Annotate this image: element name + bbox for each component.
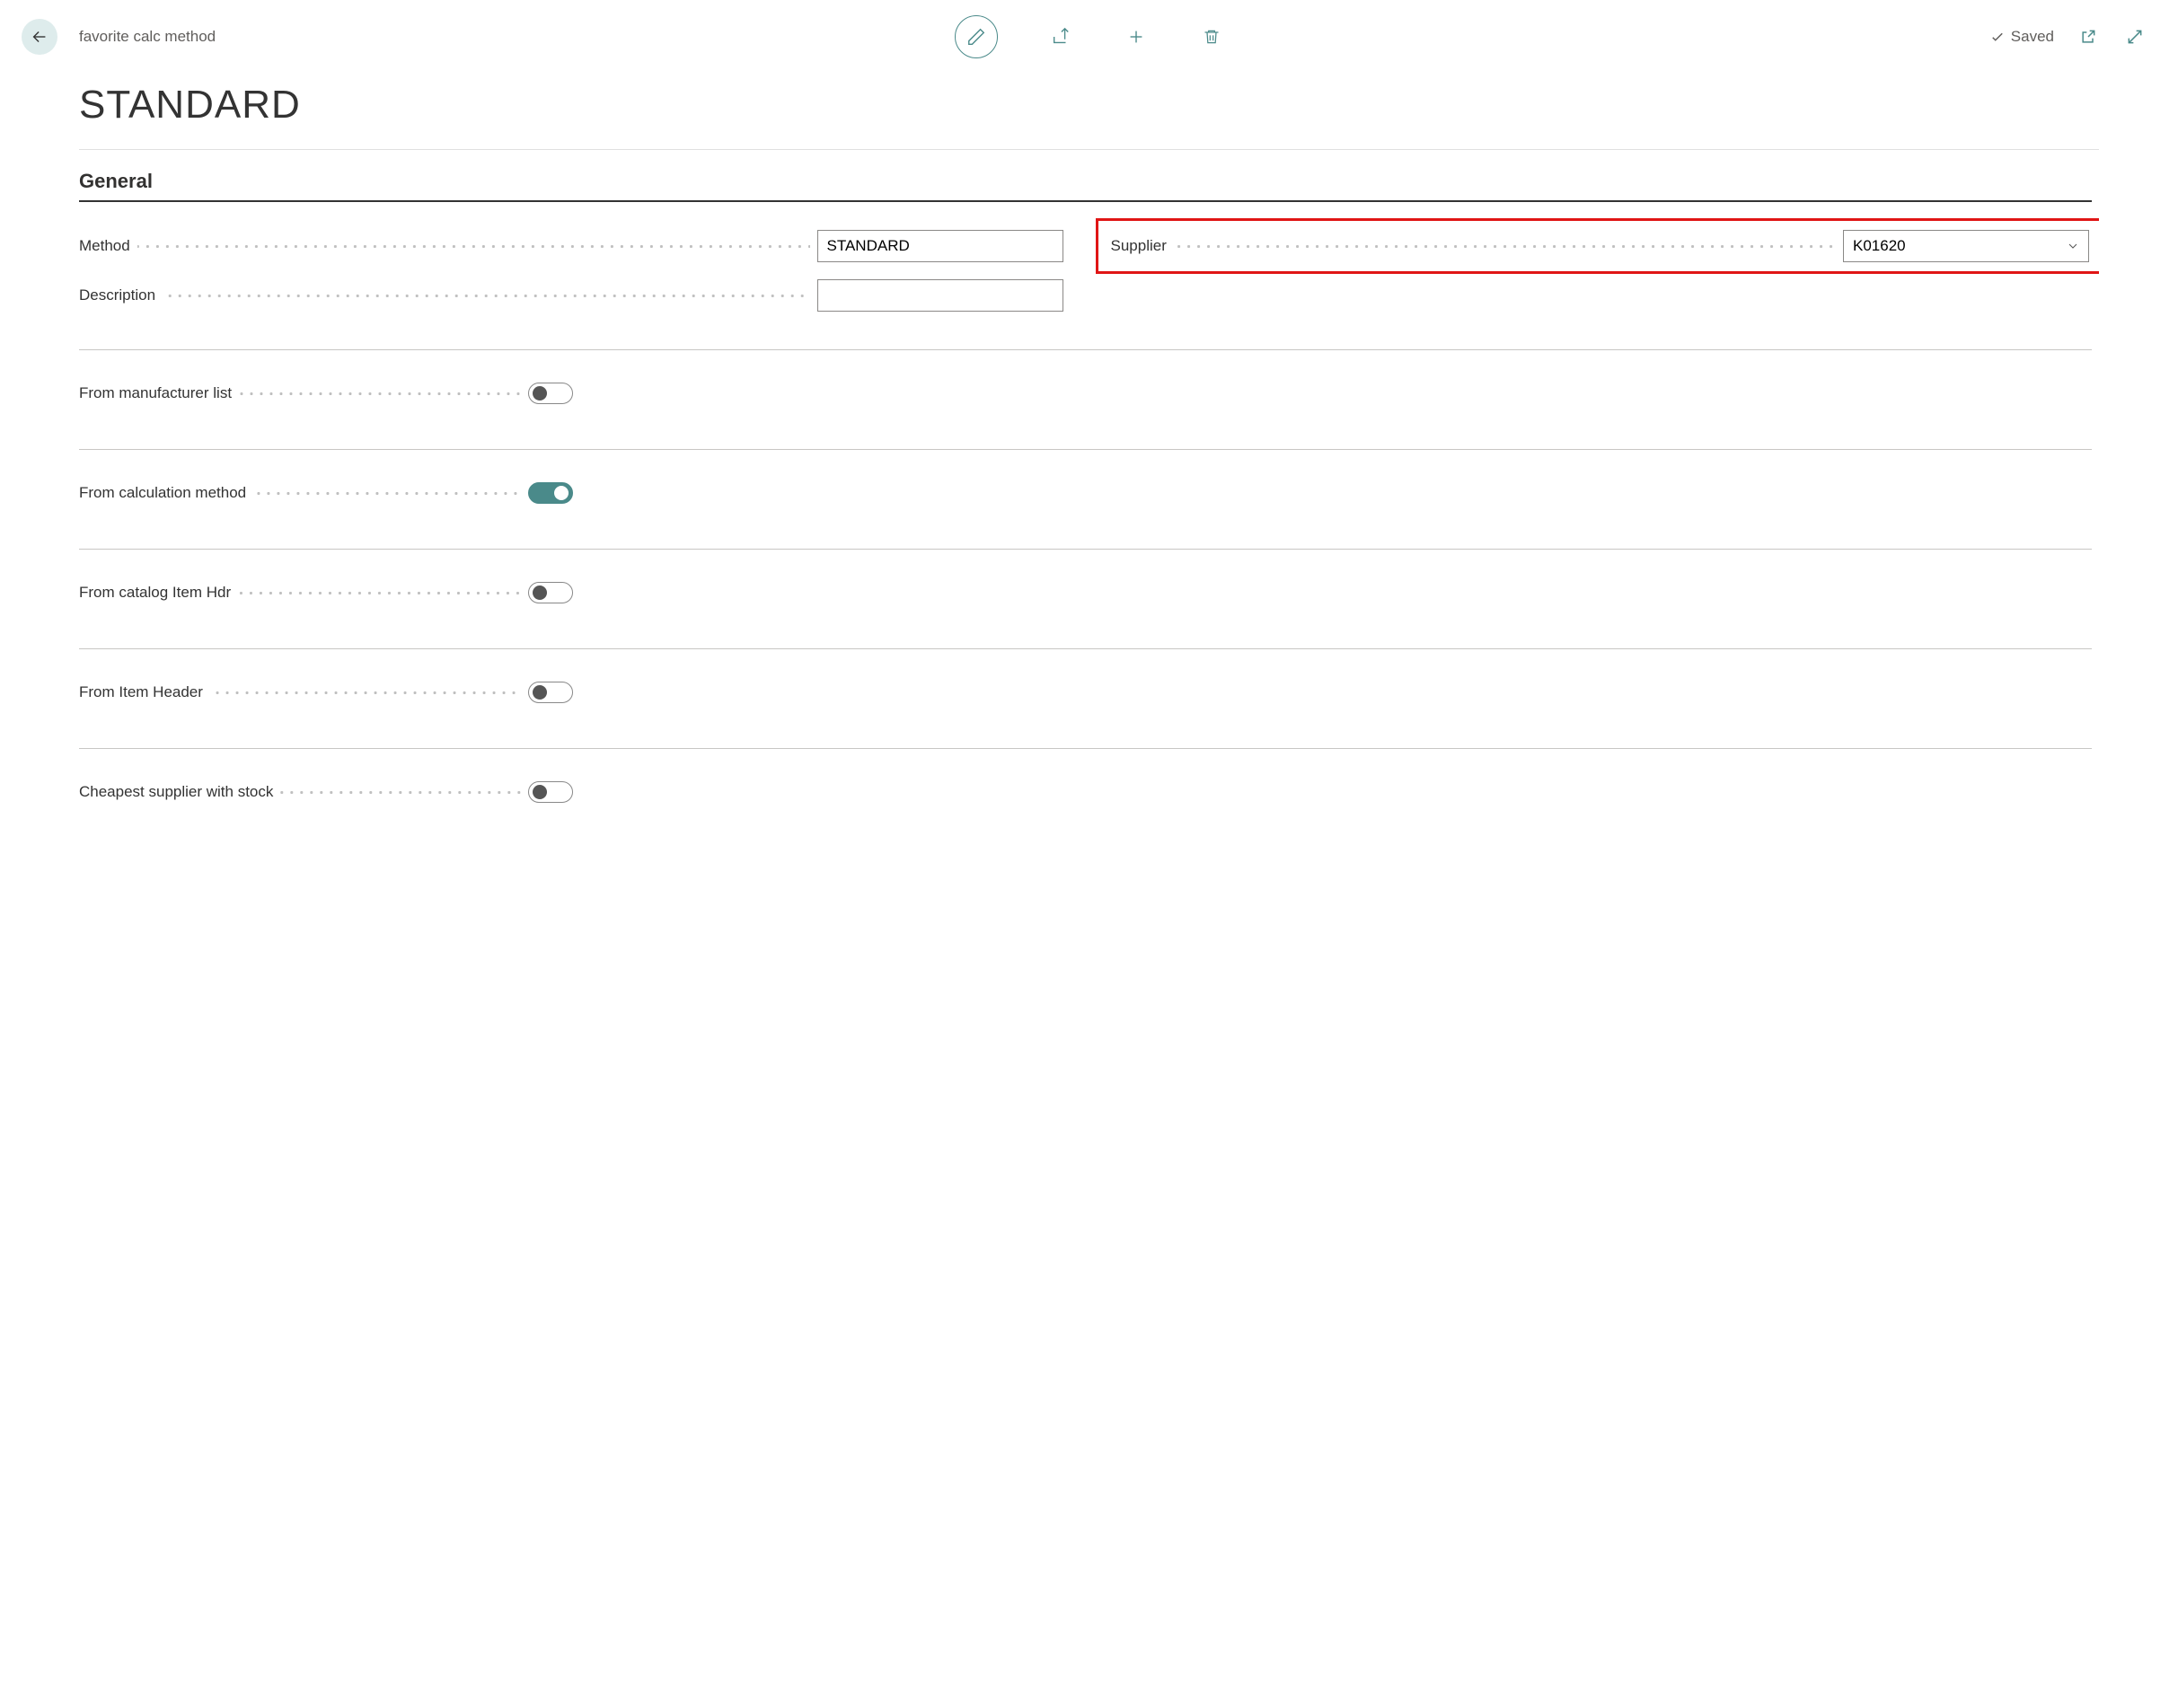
back-button[interactable] [22, 19, 57, 55]
toggle-row: From manufacturer list [79, 383, 2092, 404]
content-area: STANDARD General Method Supplier [0, 57, 2178, 1708]
toggle-switch[interactable] [528, 482, 573, 504]
toggle-row: From catalog Item Hdr [79, 582, 2092, 603]
toggle-switch[interactable] [528, 582, 573, 603]
arrow-left-icon [30, 27, 49, 47]
method-label: Method [79, 237, 130, 255]
general-row-1: Method Supplier [79, 227, 2092, 265]
page-root: favorite calc method Saved [0, 0, 2178, 1708]
toggle-switch[interactable] [528, 781, 573, 803]
trash-icon [1203, 27, 1221, 47]
toggle-label: From catalog Item Hdr [79, 584, 231, 602]
toggle-row: Cheapest supplier with stock [79, 781, 2092, 803]
dots-filler [253, 492, 521, 495]
dots-filler [210, 691, 521, 694]
toggle-row-inner: From Item Header [79, 683, 528, 701]
method-input[interactable] [817, 230, 1063, 262]
toggle-row-inner: From catalog Item Hdr [79, 584, 528, 602]
toggle-row-inner: Cheapest supplier with stock [79, 783, 528, 801]
dots-filler [238, 592, 521, 594]
toolbar-right: Saved [1989, 24, 2147, 49]
record-title: STANDARD [79, 83, 2099, 128]
breadcrumb: favorite calc method [79, 28, 216, 46]
divider [79, 748, 2092, 749]
dots-filler [280, 791, 521, 794]
divider [79, 349, 2092, 350]
delete-button[interactable] [1199, 24, 1224, 49]
toggle-thumb [533, 785, 547, 799]
description-input[interactable] [817, 279, 1063, 312]
description-label: Description [79, 286, 155, 304]
scroll-area[interactable]: General Method Supplier [79, 149, 2099, 1692]
edit-button[interactable] [955, 15, 998, 58]
toggle-row-inner: From calculation method [79, 484, 528, 502]
header-toolbar: favorite calc method Saved [0, 16, 2178, 57]
toolbar-center [955, 15, 1224, 58]
supplier-highlight-box: Supplier [1096, 218, 2100, 274]
dots-filler [239, 392, 521, 395]
empty-col [1108, 279, 2093, 312]
toggle-row: From calculation method [79, 482, 2092, 504]
toggle-label: From Item Header [79, 683, 203, 701]
popout-icon [2079, 28, 2097, 46]
supplier-label: Supplier [1111, 237, 1167, 255]
toggle-list: From manufacturer list From calculation m… [79, 349, 2092, 803]
toggle-thumb [533, 585, 547, 600]
toggle-label: From calculation method [79, 484, 246, 502]
supplier-input[interactable] [1843, 230, 2089, 262]
dots-filler [137, 245, 810, 248]
share-icon [1051, 27, 1071, 47]
supplier-select[interactable] [1843, 230, 2089, 262]
toggle-row: From Item Header [79, 682, 2092, 703]
expand-button[interactable] [2122, 24, 2147, 49]
toggle-thumb [533, 685, 547, 700]
toggle-label: Cheapest supplier with stock [79, 783, 273, 801]
share-button[interactable] [1048, 24, 1073, 49]
toggle-thumb [533, 386, 547, 401]
check-icon [1989, 29, 2006, 45]
dots-filler [1174, 245, 1836, 248]
toggle-switch[interactable] [528, 383, 573, 404]
dots-filler [163, 295, 809, 297]
divider [79, 549, 2092, 550]
saved-label: Saved [2011, 28, 2054, 46]
general-row-2: Description [79, 279, 2092, 312]
pencil-icon [966, 27, 986, 47]
divider [79, 648, 2092, 649]
saved-indicator: Saved [1989, 28, 2054, 46]
toggle-label: From manufacturer list [79, 384, 232, 402]
toggle-thumb [554, 486, 569, 500]
toggle-row-inner: From manufacturer list [79, 384, 528, 402]
section-title-general: General [79, 170, 2092, 193]
divider [79, 449, 2092, 450]
field-supplier-wrap: Supplier [1108, 227, 2093, 265]
expand-icon [2126, 28, 2144, 46]
plus-icon [1126, 27, 1146, 47]
field-method: Method [79, 227, 1063, 265]
toggle-switch[interactable] [528, 682, 573, 703]
field-description: Description [79, 279, 1063, 312]
popout-button[interactable] [2076, 24, 2101, 49]
section-underline [79, 200, 2092, 202]
new-button[interactable] [1124, 24, 1149, 49]
